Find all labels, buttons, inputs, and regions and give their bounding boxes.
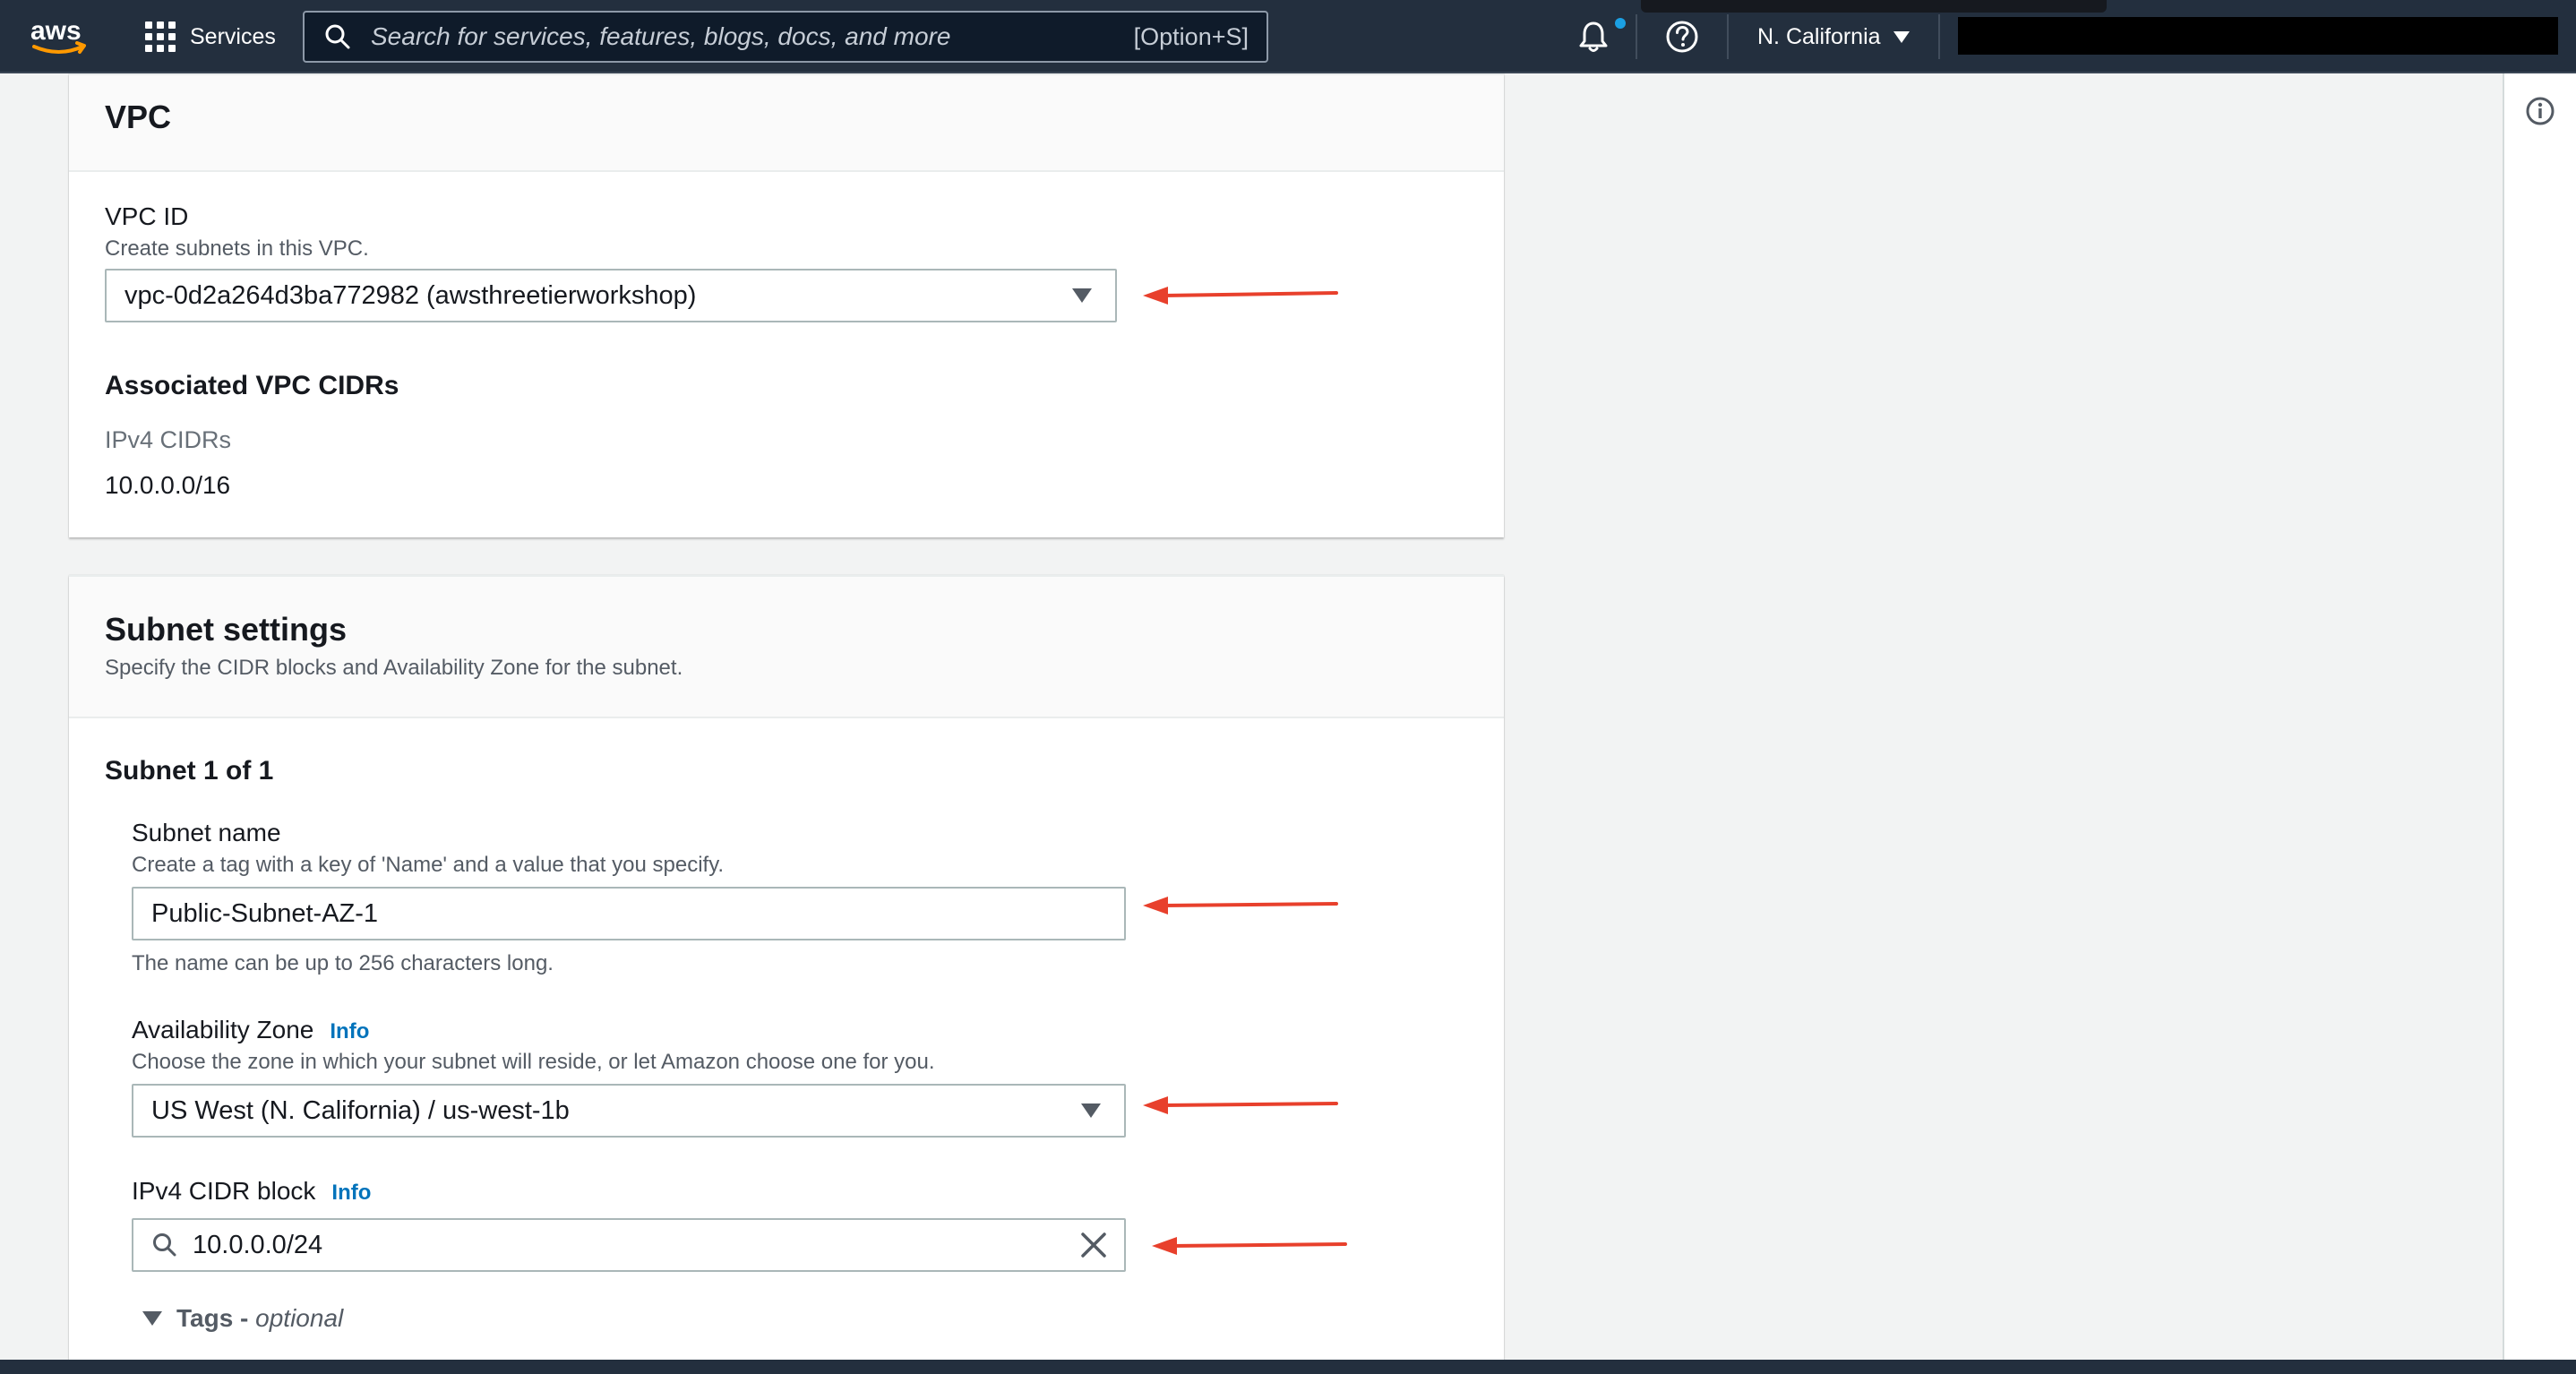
caret-down-icon <box>1072 288 1092 303</box>
search-shortcut-hint: [Option+S] <box>1133 22 1249 50</box>
ipv4-cidr-input[interactable] <box>193 1230 1079 1260</box>
subnet-name-input[interactable] <box>151 898 1124 929</box>
vpc-container-header: VPC <box>69 75 1504 172</box>
subnet-name-field[interactable] <box>132 887 1126 940</box>
tags-label: Tags - <box>176 1304 256 1332</box>
annotation-arrow <box>1143 287 1338 305</box>
utility-rail <box>2503 73 2576 1360</box>
info-panel-icon[interactable] <box>2524 95 2556 127</box>
vpc-id-selected-value: vpc-0d2a264d3ba772982 (awsthreetierworks… <box>125 280 697 310</box>
region-selector[interactable]: N. California <box>1757 0 1910 73</box>
ipv4-cidrs-value: 10.0.0.0/16 <box>105 471 231 499</box>
account-menu-redacted[interactable] <box>1958 17 2558 55</box>
subnet-name-label: Subnet name <box>132 819 281 846</box>
ipv4-cidr-label: IPv4 CIDR block <box>132 1177 316 1205</box>
ipv4-cidrs-label: IPv4 CIDRs <box>105 426 232 453</box>
vpc-id-description: Create subnets in this VPC. <box>105 236 369 261</box>
search-icon <box>151 1232 178 1258</box>
associated-cidrs-heading: Associated VPC CIDRs <box>105 371 399 400</box>
nav-divider <box>1938 14 1940 59</box>
vpc-title: VPC <box>105 99 172 135</box>
vpc-id-label: VPC ID <box>105 202 189 230</box>
search-input[interactable] <box>369 21 1134 52</box>
ipv4-cidr-label-row: IPv4 CIDR block Info <box>132 1177 371 1206</box>
subnet-name-description: Create a tag with a key of 'Name' and a … <box>132 853 725 877</box>
availability-zone-select[interactable]: US West (N. California) / us-west-1b <box>132 1084 1126 1138</box>
notification-dot <box>1615 18 1626 29</box>
availability-zone-description: Choose the zone in which your subnet wil… <box>132 1050 935 1074</box>
svg-text:aws: aws <box>30 16 82 46</box>
availability-zone-info-link[interactable]: Info <box>330 1019 369 1043</box>
vpc-id-select[interactable]: vpc-0d2a264d3ba772982 (awsthreetierworks… <box>105 269 1117 322</box>
grid-icon <box>145 21 176 52</box>
bell-icon[interactable] <box>1576 19 1611 55</box>
caret-down-icon <box>1893 30 1910 43</box>
global-search-bar[interactable]: [Option+S] <box>303 11 1268 63</box>
services-label: Services <box>190 23 276 49</box>
subnet-settings-title: Subnet settings <box>105 611 348 648</box>
subnet-settings-description: Specify the CIDR blocks and Availability… <box>105 656 683 680</box>
subnet-settings-header: Subnet settings Specify the CIDR blocks … <box>69 577 1504 718</box>
caret-down-icon <box>142 1311 162 1326</box>
aws-logo[interactable]: aws <box>29 16 91 57</box>
services-menu-button[interactable]: Services <box>145 0 276 73</box>
subnet-heading: Subnet 1 of 1 <box>105 756 274 786</box>
tags-expander[interactable]: Tags - optional <box>142 1304 343 1333</box>
subnet-name-hint: The name can be up to 256 characters lon… <box>132 951 554 975</box>
caret-down-icon <box>1081 1103 1101 1118</box>
annotation-arrow <box>1143 897 1338 915</box>
ipv4-cidr-info-link[interactable]: Info <box>331 1181 371 1205</box>
search-icon <box>324 23 351 50</box>
nav-divider <box>1636 14 1637 59</box>
ipv4-cidr-field[interactable] <box>132 1218 1126 1272</box>
availability-zone-selected-value: US West (N. California) / us-west-1b <box>151 1095 570 1125</box>
availability-zone-label: Availability Zone <box>132 1016 314 1043</box>
annotation-arrow <box>1152 1237 1347 1255</box>
region-label: N. California <box>1757 23 1881 49</box>
availability-zone-label-row: Availability Zone Info <box>132 1016 369 1044</box>
nav-divider <box>1727 14 1729 59</box>
tags-optional-label: optional <box>255 1304 344 1332</box>
annotation-arrow <box>1143 1096 1338 1114</box>
help-icon[interactable] <box>1664 19 1700 55</box>
bottom-bar <box>0 1360 2576 1374</box>
top-navigation: aws Services [Option+S] N. Ca <box>0 0 2576 73</box>
clear-icon[interactable] <box>1079 1231 1108 1259</box>
